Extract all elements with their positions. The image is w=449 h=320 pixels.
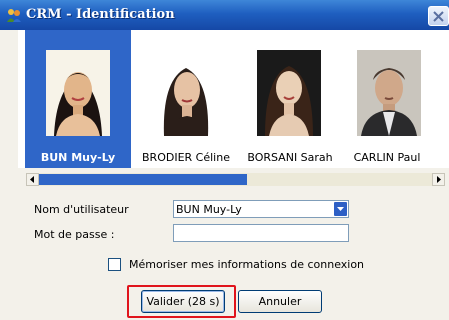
user-photo xyxy=(357,50,421,136)
user-photo xyxy=(46,50,110,136)
crm-app-icon xyxy=(6,7,22,23)
username-value: BUN Muy-Ly xyxy=(176,203,242,216)
user-name: BRODIER Céline xyxy=(142,151,230,164)
user-photo-list[interactable]: BUN Muy-Ly BRODIER Céline BORSANI Sarah … xyxy=(18,30,449,168)
chevron-down-icon xyxy=(337,207,344,211)
username-label: Nom d'utilisateur xyxy=(34,203,129,216)
remember-checkbox[interactable] xyxy=(108,258,121,271)
user-photo xyxy=(154,50,218,136)
arrow-left-icon xyxy=(30,176,34,183)
close-button[interactable] xyxy=(428,6,449,26)
user-photo xyxy=(257,50,321,136)
login-dialog: CRM - Identification BUN Muy-Ly BRODIER … xyxy=(0,0,449,320)
scroll-right-button[interactable] xyxy=(432,173,445,186)
password-label: Mot de passe : xyxy=(34,228,115,241)
user-tile-carlin-paul[interactable]: CARLIN Paul xyxy=(339,30,435,168)
password-field[interactable] xyxy=(173,224,349,242)
user-name: BUN Muy-Ly xyxy=(40,151,116,164)
photo-list-scrollbar[interactable] xyxy=(26,173,445,186)
user-name: BORSANI Sarah xyxy=(247,151,333,164)
title-bar[interactable]: CRM - Identification xyxy=(0,0,449,30)
user-name: CARLIN Paul xyxy=(353,151,421,164)
scroll-left-button[interactable] xyxy=(26,173,39,186)
dropdown-button[interactable] xyxy=(334,202,347,216)
user-tile-bun-muy-ly[interactable]: BUN Muy-Ly xyxy=(25,30,131,168)
scrollbar-thumb[interactable] xyxy=(39,174,247,185)
validate-button[interactable]: Valider (28 s) xyxy=(141,290,225,313)
window-title: CRM - Identification xyxy=(26,7,175,22)
cancel-button[interactable]: Annuler xyxy=(238,290,322,313)
close-icon xyxy=(433,11,444,22)
arrow-right-icon xyxy=(437,176,441,183)
user-tile-brodier-celine[interactable]: BRODIER Céline xyxy=(131,30,241,168)
user-tile-borsani-sarah[interactable]: BORSANI Sarah xyxy=(241,30,339,168)
username-select[interactable]: BUN Muy-Ly xyxy=(173,200,349,218)
remember-label[interactable]: Mémoriser mes informations de connexion xyxy=(129,258,364,271)
